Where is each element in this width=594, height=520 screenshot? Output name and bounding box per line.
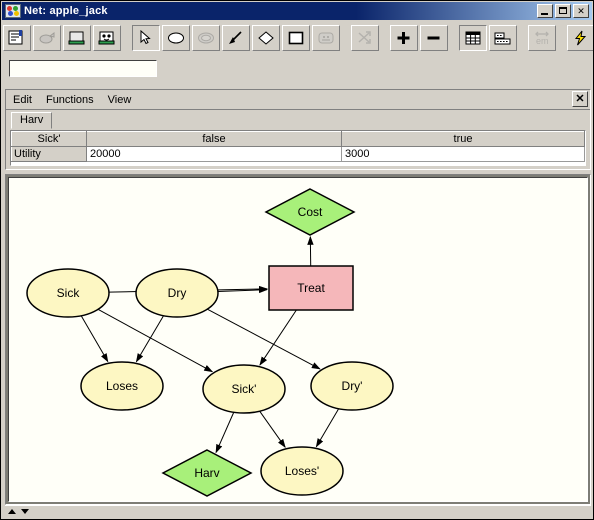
keyboard-button[interactable] <box>489 25 517 51</box>
plus-icon <box>395 30 413 46</box>
minus-button[interactable] <box>420 25 448 51</box>
table-row: Utility 20000 3000 <box>11 146 585 162</box>
lightning-button[interactable] <box>567 25 593 51</box>
panel-menubar: Edit Functions View ✕ <box>6 90 590 110</box>
properties-button[interactable] <box>3 25 31 51</box>
main-toolbar: em <box>2 20 593 56</box>
lightning-icon <box>572 30 590 46</box>
menu-functions[interactable]: Functions <box>39 93 101 107</box>
panel-close-button[interactable]: ✕ <box>572 91 588 107</box>
monitor-icon <box>98 30 116 46</box>
minus-icon <box>425 30 443 46</box>
minimize-button[interactable] <box>537 4 553 18</box>
graph-nodes <box>26 188 394 497</box>
panel-tabstrip: Harv <box>6 110 590 129</box>
svg-text:em: em <box>536 36 549 46</box>
graph-edge[interactable] <box>135 315 165 363</box>
ellipse-node-icon <box>167 30 185 46</box>
rectangle-node-icon <box>287 30 305 46</box>
row-header-utility: Utility <box>11 146 87 162</box>
rectangle-node-button[interactable] <box>282 25 310 51</box>
properties-icon <box>8 30 26 46</box>
monitor-button[interactable] <box>93 25 121 51</box>
diamond-node-icon <box>257 30 275 46</box>
graph-node-sick2[interactable] <box>202 364 286 414</box>
graph-node-sick[interactable] <box>26 268 110 318</box>
menu-view[interactable]: View <box>101 93 139 107</box>
table-corner-header: Sick' <box>11 131 87 147</box>
scroll-up-icon[interactable] <box>8 509 16 514</box>
submodel-button <box>312 25 340 51</box>
graph-node-loses2[interactable] <box>260 446 344 496</box>
graph-edge[interactable] <box>315 408 340 448</box>
double-ellipse-icon <box>197 30 215 46</box>
network-canvas[interactable]: Cost Sick Dry Treat Loses Sick' Dry' Harv Loses' <box>8 177 588 502</box>
network-canvas-frame: Cost Sick Dry Treat Loses Sick' Dry' Harv Loses' <box>5 174 591 505</box>
arrow-link-icon <box>227 30 245 46</box>
table-header-row: Sick' false true <box>11 131 585 147</box>
graph-edge[interactable] <box>80 315 109 363</box>
paint-bucket-button <box>33 25 61 51</box>
graph-node-harv[interactable] <box>161 449 253 497</box>
toolbar-field-row <box>2 56 592 86</box>
window-title: Net: apple_jack <box>24 5 108 17</box>
cell-utility-false[interactable]: 20000 <box>86 146 342 162</box>
window-controls: ✕ <box>537 4 591 18</box>
graph-node-dry2[interactable] <box>310 361 394 411</box>
cell-utility-true[interactable]: 3000 <box>341 146 585 162</box>
network-graph <box>26 188 394 497</box>
tab-harv[interactable]: Harv <box>11 112 53 129</box>
arrow-link-button[interactable] <box>222 25 250 51</box>
paint-bucket-icon <box>38 30 56 46</box>
shuffle-icon <box>356 30 374 46</box>
graph-edge[interactable] <box>259 309 297 366</box>
graph-node-loses[interactable] <box>80 361 164 411</box>
name-input[interactable] <box>9 60 157 77</box>
title-bar: Net: apple_jack ✕ <box>2 2 592 20</box>
column-header-false: false <box>86 131 342 147</box>
close-button[interactable]: ✕ <box>573 4 589 18</box>
shuffle-button <box>351 25 379 51</box>
status-bar <box>5 505 591 517</box>
table-button[interactable] <box>459 25 487 51</box>
compile-button[interactable] <box>63 25 91 51</box>
graph-node-treat[interactable] <box>268 265 354 311</box>
network-palette-icon <box>5 4 21 18</box>
graph-edge[interactable] <box>259 410 286 449</box>
compile-icon <box>68 30 86 46</box>
em-button: em <box>528 25 556 51</box>
utility-table[interactable]: Sick' false true Utility 20000 3000 <box>10 130 586 166</box>
pointer-button[interactable] <box>132 25 160 51</box>
graph-node-cost[interactable] <box>264 188 356 236</box>
node-properties-panel: Edit Functions View ✕ Harv Sick' false t… <box>5 89 591 170</box>
pointer-icon <box>137 30 155 46</box>
double-ellipse-button <box>192 25 220 51</box>
ellipse-node-button[interactable] <box>162 25 190 51</box>
table-icon <box>464 30 482 46</box>
menu-edit[interactable]: Edit <box>6 93 39 107</box>
maximize-button[interactable] <box>555 4 571 18</box>
plus-button[interactable] <box>390 25 418 51</box>
graph-node-dry[interactable] <box>135 268 219 318</box>
diamond-node-button[interactable] <box>252 25 280 51</box>
em-icon: em <box>533 30 551 46</box>
submodel-icon <box>317 30 335 46</box>
keyboard-icon <box>494 30 512 46</box>
graph-edge[interactable] <box>215 412 235 454</box>
utility-grid: Sick' false true Utility 20000 3000 <box>11 131 585 162</box>
scroll-down-icon[interactable] <box>21 509 29 514</box>
column-header-true: true <box>341 131 585 147</box>
application-window: Net: apple_jack ✕ em Edit Functions View… <box>0 0 594 520</box>
